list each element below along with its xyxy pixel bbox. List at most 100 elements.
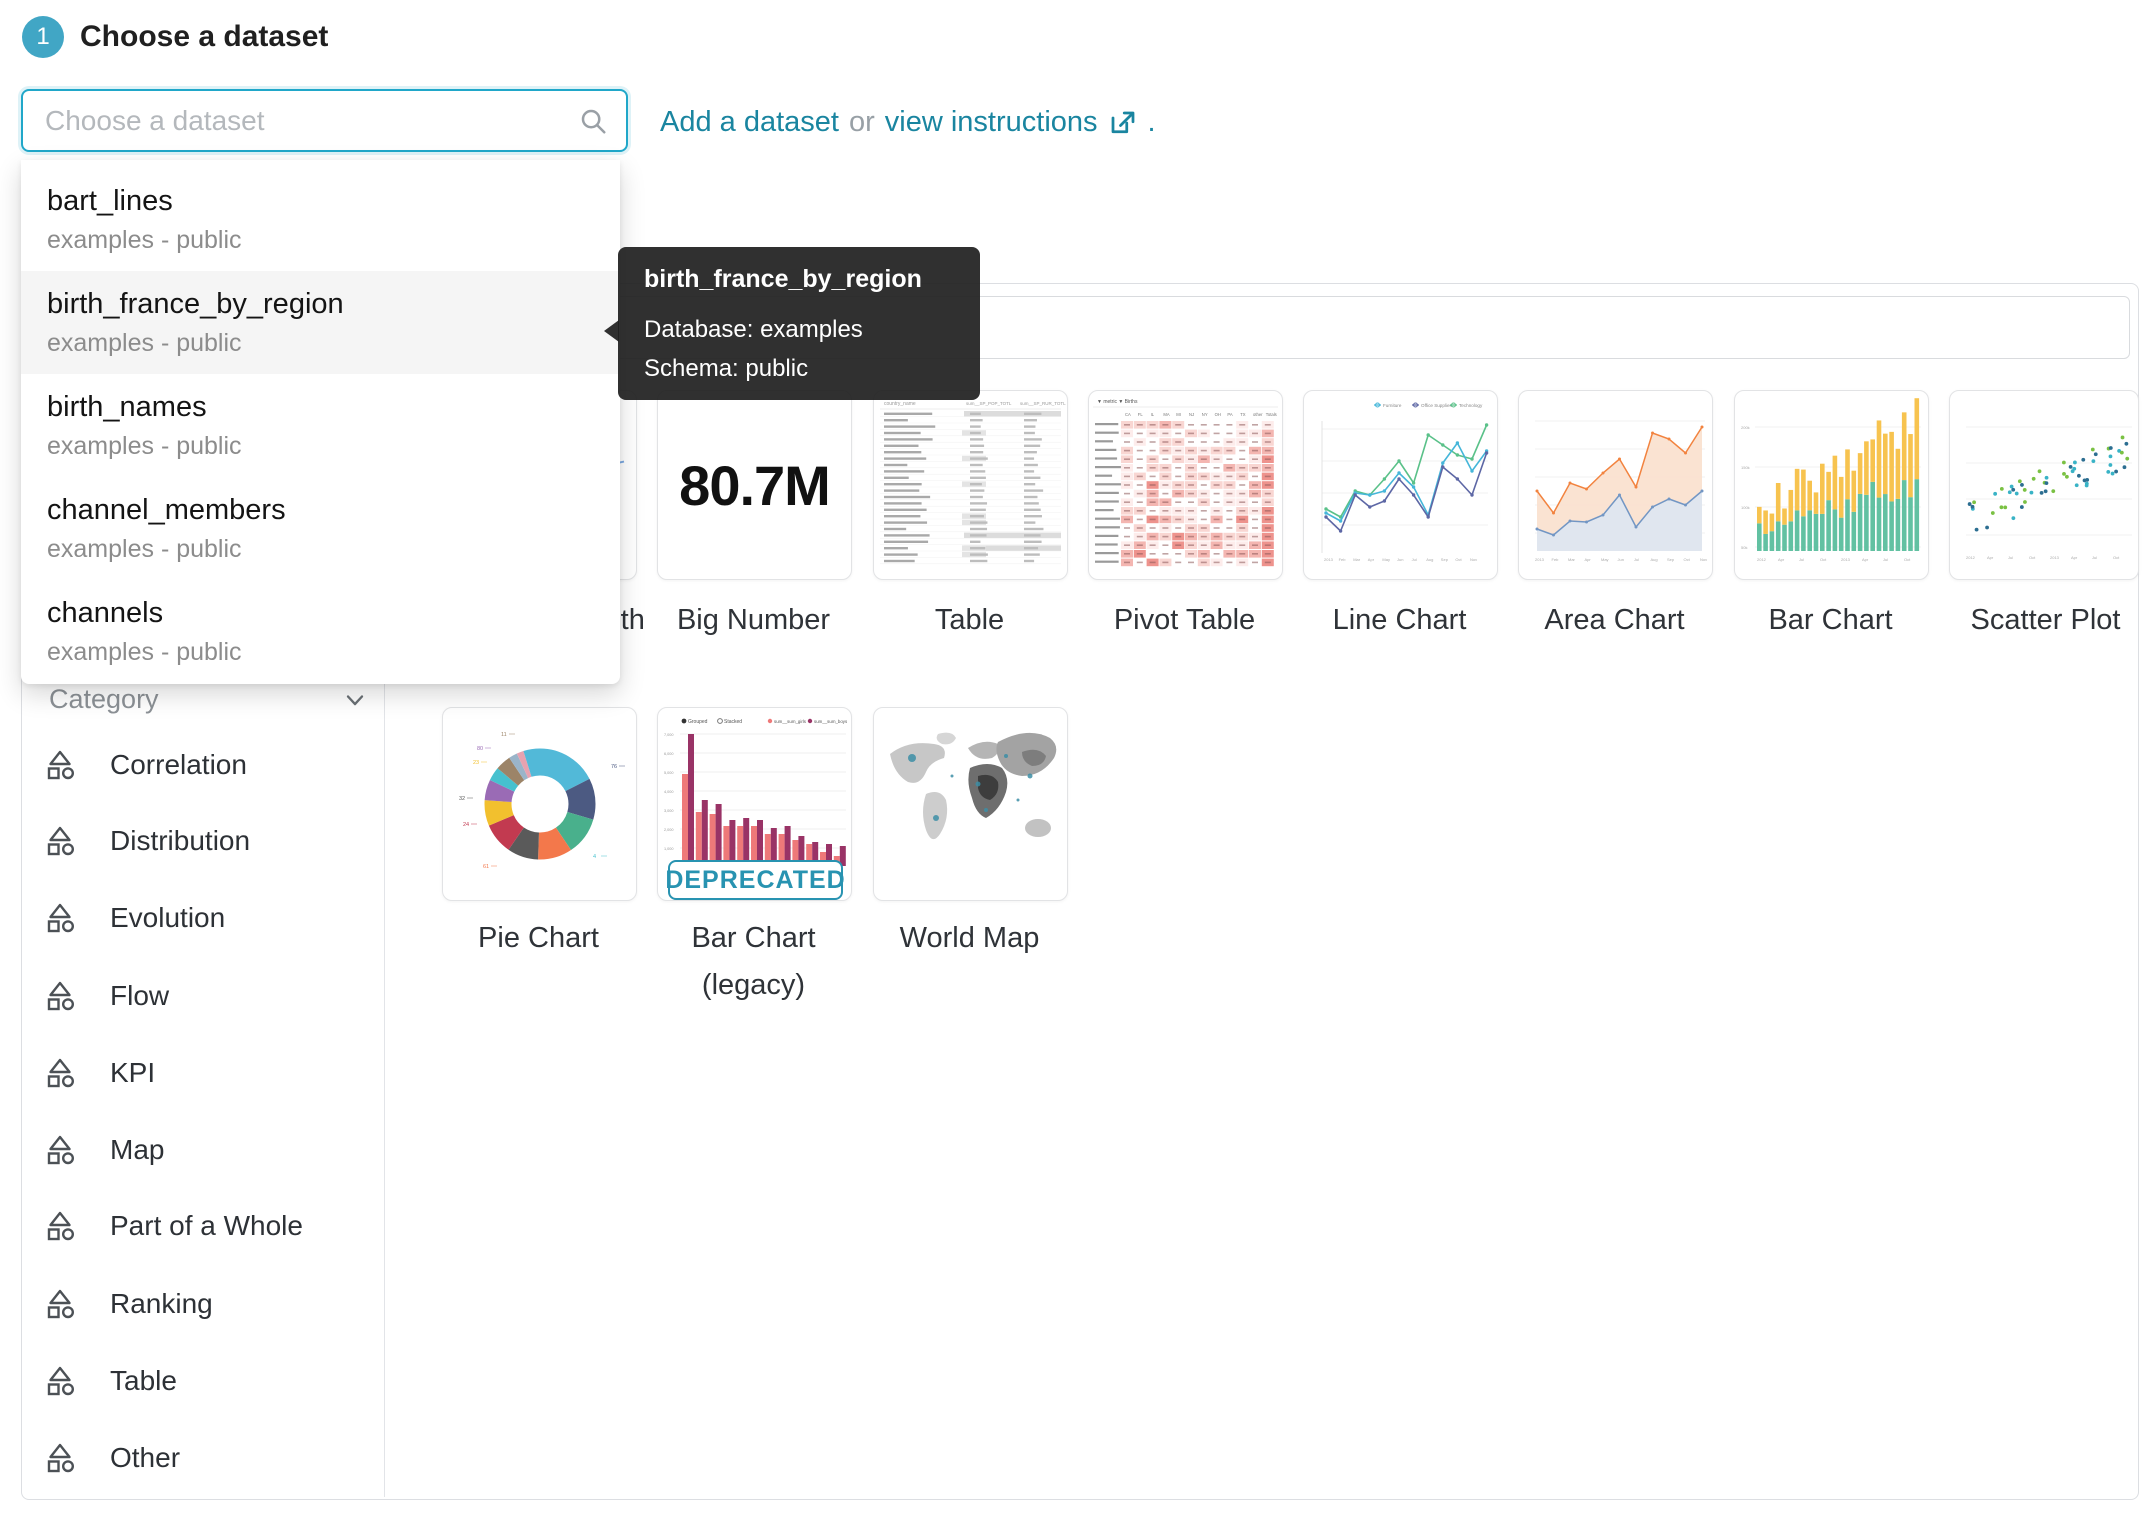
svg-text:NJ: NJ [1189,412,1194,417]
dataset-option-channels[interactable]: channels examples - public [21,580,620,683]
sidebar-item-evolution[interactable]: Evolution [44,880,374,956]
category-icon [44,980,76,1012]
tooltip-database: Database: examples [644,310,954,349]
chart-label: Area Chart [1498,600,1731,640]
view-instructions-link[interactable]: view instructions [885,106,1098,139]
svg-text:100k: 100k [1741,505,1750,510]
chart-label: Table [853,600,1086,640]
svg-text:Apr: Apr [1585,557,1592,562]
svg-text:Technology: Technology [1459,403,1483,408]
category-icon [44,1365,76,1397]
svg-text:150k: 150k [1741,465,1750,470]
svg-text:4,000: 4,000 [664,790,674,794]
chart-card-bar-chart[interactable]: 200k150k100k50k2012AprJulOct2013AprJulOc… [1734,390,1929,580]
category-icon [44,1057,76,1089]
dataset-option-name: birth_names [47,391,594,424]
chart-card-area-chart[interactable]: 2013FebMarAprMayJunJulAugSepOctNov [1518,390,1713,580]
external-link-icon[interactable] [1108,108,1138,138]
dataset-option-birth-names[interactable]: birth_names examples - public [21,374,620,477]
category-header-label: Category [49,684,159,715]
chart-card-pie-chart[interactable]: 762432612380114 [442,707,637,901]
svg-text:MA: MA [1163,412,1169,417]
sidebar-item-table[interactable]: Table [44,1343,374,1419]
table-thumbnail: country_namesum__SP_POP_TOTLsum__SP_RUR_… [874,391,1067,579]
chart-card-table[interactable]: country_namesum__SP_POP_TOTLsum__SP_RUR_… [873,390,1068,580]
svg-text:4: 4 [593,854,596,860]
dataset-option-bart-lines[interactable]: bart_lines examples - public [21,168,620,271]
svg-text:other: other [1253,412,1263,417]
svg-text:Sep: Sep [1667,557,1675,562]
svg-text:Apr: Apr [1987,555,1994,560]
chart-card-line-chart[interactable]: FurnitureOffice SuppliesTechnology2013Fe… [1303,390,1498,580]
svg-text:Aug: Aug [1426,557,1433,562]
chart-card-world-map[interactable] [873,707,1068,901]
svg-text:Oct: Oct [2029,555,2036,560]
sidebar-item-label: Flow [110,980,169,1012]
dataset-select-input[interactable]: Choose a dataset [21,89,628,152]
svg-text:May: May [1382,557,1390,562]
chart-label: Pie Chart [422,918,655,958]
bar-chart-thumbnail: 200k150k100k50k2012AprJulOct2013AprJulOc… [1735,391,1928,579]
svg-text:200k: 200k [1741,425,1750,430]
svg-text:Jul: Jul [1412,557,1417,562]
svg-text:Nov: Nov [1700,557,1707,562]
svg-text:Apr: Apr [1862,557,1869,562]
chart-card-big-number[interactable]: 80.7M [657,390,852,580]
svg-text:Furniture: Furniture [1383,403,1402,408]
chart-label: World Map [853,918,1086,958]
deprecated-badge: DEPRECATED [668,860,843,900]
svg-text:Oct: Oct [1684,557,1691,562]
svg-text:Mar: Mar [1353,557,1361,562]
svg-text:OH: OH [1215,412,1221,417]
dataset-option-meta: examples - public [47,329,594,358]
big-number-thumbnail: 80.7M [658,391,851,579]
svg-text:80: 80 [477,746,483,752]
dataset-option-name: channel_members [47,494,594,527]
dataset-option-meta: examples - public [47,432,594,461]
svg-text:Oct: Oct [1820,557,1827,562]
dataset-option-name: channels [47,597,594,630]
sidebar-item-map[interactable]: Map [44,1112,374,1188]
world-map-thumbnail [874,708,1067,900]
svg-text:FL: FL [1138,412,1144,417]
chart-label: Big Number [637,600,870,640]
chart-card-scatter-plot[interactable]: 2012AprJulOct2013AprJulOct [1949,390,2139,580]
svg-text:sum__SP_RUR_TOTL: sum__SP_RUR_TOTL [1020,401,1066,406]
sidebar-item-flow[interactable]: Flow [44,958,374,1034]
category-accordion-header[interactable]: Category [49,684,369,715]
category-icon [44,1442,76,1474]
svg-text:24: 24 [463,822,469,828]
svg-text:Oct: Oct [2113,555,2120,560]
dataset-option-meta: examples - public [47,226,594,255]
svg-text:PA: PA [1227,412,1232,417]
category-icon [44,1134,76,1166]
sidebar-item-part-of-a-whole[interactable]: Part of a Whole [44,1188,374,1264]
svg-text:Jun: Jun [1618,557,1624,562]
sidebar-item-ranking[interactable]: Ranking [44,1266,374,1342]
sidebar-item-label: Part of a Whole [110,1210,303,1242]
svg-text:CA: CA [1125,412,1131,417]
category-icon [44,1210,76,1242]
category-icon [44,902,76,934]
chart-label: Scatter Plot [1929,600,2156,640]
sidebar-item-other[interactable]: Other [44,1420,374,1496]
sidebar-item-correlation[interactable]: Correlation [44,727,374,803]
sidebar-item-kpi[interactable]: KPI [44,1035,374,1111]
svg-text:Jul: Jul [2008,555,2013,560]
svg-text:Jul: Jul [2092,555,2097,560]
dataset-option-birth-france-by-region[interactable]: birth_france_by_region examples - public [21,271,620,374]
chart-card-pivot-table[interactable]: ▼ metric ▼ BirthsCAFLILMAMINJNYOHPATXoth… [1088,390,1283,580]
dataset-option-name: bart_lines [47,185,594,218]
add-dataset-link[interactable]: Add a dataset [660,106,839,139]
sidebar-item-label: Evolution [110,902,225,934]
dataset-option-channel-members[interactable]: channel_members examples - public [21,477,620,580]
svg-text:Aug: Aug [1651,557,1658,562]
svg-text:Mar: Mar [1568,557,1576,562]
dataset-helper-links: Add a dataset or view instructions . [660,100,1156,145]
line-chart-thumbnail: FurnitureOffice SuppliesTechnology2013Fe… [1304,391,1497,579]
step-number-badge: 1 [22,16,64,58]
sidebar-item-distribution[interactable]: Distribution [44,803,374,879]
area-chart-thumbnail: 2013FebMarAprMayJunJulAugSepOctNov [1519,391,1712,579]
dataset-dropdown: bart_lines examples - public birth_franc… [21,160,620,684]
svg-text:Nov: Nov [1470,557,1477,562]
